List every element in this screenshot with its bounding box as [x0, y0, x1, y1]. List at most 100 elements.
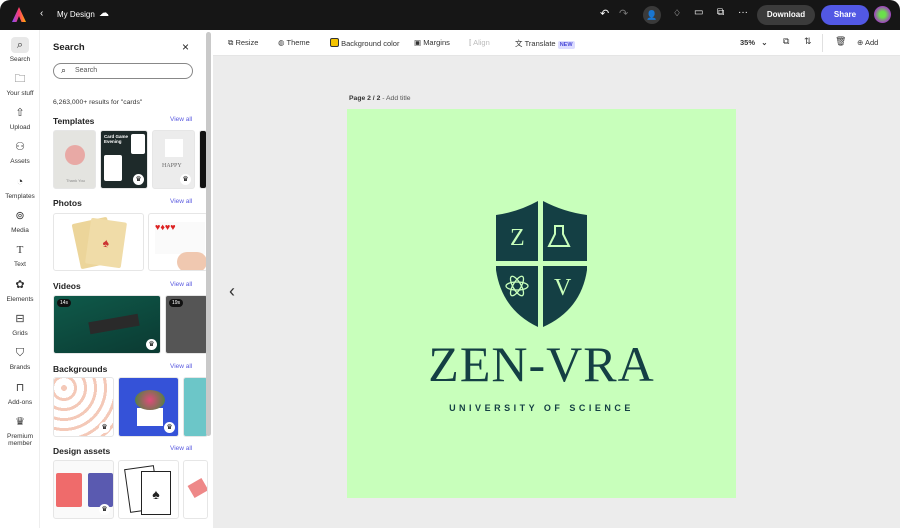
- page-label[interactable]: Page 2 / 2 - Add title: [349, 95, 411, 102]
- rail-label: Templates: [5, 193, 35, 200]
- document-title[interactable]: My Design: [57, 10, 95, 19]
- upload-icon: ⇧: [15, 107, 25, 119]
- align-button[interactable]: ⫿ Align: [469, 38, 490, 48]
- share-comments-icon[interactable]: ⧉: [717, 7, 724, 18]
- view-all-photos[interactable]: View all: [170, 198, 192, 205]
- back-icon[interactable]: ‹: [40, 8, 43, 19]
- logo-letter-v: V: [554, 275, 572, 301]
- background-thumb[interactable]: ♛: [53, 377, 114, 437]
- align-icon: ⫿: [469, 38, 472, 47]
- templates-icon: ◔: [16, 176, 24, 188]
- asset-thumb[interactable]: ♠: [118, 460, 179, 519]
- rail-elements[interactable]: ✿ Elements: [0, 277, 40, 303]
- search-input[interactable]: ⌕ Search: [53, 63, 193, 79]
- grids-icon: ⊟: [15, 313, 25, 325]
- view-all-backgrounds[interactable]: View all: [170, 363, 192, 370]
- add-button[interactable]: ⊕ Add: [857, 38, 878, 47]
- text-icon: T: [16, 244, 24, 256]
- rail-label: Media: [11, 227, 29, 234]
- chevron-down-icon: ⌄: [761, 38, 768, 47]
- translate-button[interactable]: 文 Translate NEW: [515, 38, 575, 49]
- section-photos: Photos: [53, 198, 82, 208]
- lightbulb-icon[interactable]: ♢: [673, 8, 681, 19]
- resize-icon: ⧉: [228, 38, 234, 47]
- folder-icon: 🗀: [14, 73, 26, 85]
- redo-icon[interactable]: ↷: [619, 7, 628, 20]
- tagline: UNIVERSITY OF SCIENCE: [449, 403, 634, 413]
- rail-label: Grids: [12, 330, 28, 337]
- cloud-icon[interactable]: ☁: [99, 8, 109, 19]
- video-thumb[interactable]: 19s: [165, 295, 208, 354]
- elements-icon: ✿: [15, 279, 25, 291]
- view-all-templates[interactable]: View all: [170, 116, 192, 123]
- rail-assets[interactable]: ⚇ Assets: [0, 139, 40, 165]
- panel-scrollbar[interactable]: [206, 32, 211, 436]
- rail-label: Your stuff: [6, 90, 34, 97]
- page-layout-icon[interactable]: ⇅: [804, 36, 812, 47]
- left-rail: ⌕ Search 🗀 Your stuff ⇧ Upload ⚇ Assets ◔ Tem…: [0, 30, 40, 528]
- translate-label: Translate: [524, 39, 556, 48]
- margins-icon: ▣: [414, 38, 422, 47]
- premium-icon: ♛: [133, 174, 144, 185]
- download-button[interactable]: Download: [757, 5, 815, 25]
- background-thumb[interactable]: [183, 377, 208, 437]
- background-color-label: Background color: [341, 39, 400, 48]
- previous-page-icon[interactable]: ‹: [229, 281, 235, 302]
- video-duration: 19s: [169, 299, 184, 307]
- rail-add-ons[interactable]: ⊓ Add-ons: [0, 380, 40, 406]
- template-thumb[interactable]: Card Game Evening ♛: [100, 130, 148, 189]
- rail-upload[interactable]: ⇧ Upload: [0, 105, 40, 131]
- share-button[interactable]: Share: [821, 5, 869, 25]
- background-color-button[interactable]: Background color: [330, 38, 399, 48]
- background-thumb[interactable]: ♛: [118, 377, 179, 437]
- theme-label: Theme: [286, 38, 310, 47]
- adobe-express-logo[interactable]: [12, 7, 26, 22]
- media-icon: ⊚: [15, 210, 25, 222]
- rail-brands[interactable]: ⛉ Brands: [0, 345, 40, 371]
- view-all-design-assets[interactable]: View all: [170, 445, 192, 452]
- margins-label: Margins: [423, 38, 450, 47]
- more-icon[interactable]: ···: [738, 7, 748, 18]
- rail-label: Add-ons: [7, 399, 33, 406]
- premium-icon: ♛: [146, 339, 157, 350]
- template-thumb[interactable]: HAPPY ♛: [152, 130, 195, 189]
- add-ons-icon: ⊓: [15, 382, 25, 394]
- asset-thumb[interactable]: ♛: [53, 460, 114, 519]
- page-number: Page 2 / 2: [349, 95, 381, 102]
- rail-label: Premium member: [6, 433, 33, 447]
- pages-icon[interactable]: ⧉: [783, 36, 789, 47]
- rail-templates[interactable]: ◔ Templates: [0, 174, 40, 200]
- search-icon: ⌕: [61, 65, 67, 75]
- template-text: HAPPY: [162, 163, 182, 169]
- margins-button[interactable]: ▣ Margins: [414, 38, 450, 47]
- assets-icon: ⚇: [15, 141, 25, 153]
- comment-icon[interactable]: ▭: [694, 7, 703, 18]
- rail-search[interactable]: ⌕ Search: [0, 37, 40, 63]
- rail-grids[interactable]: ⊟ Grids: [0, 311, 40, 337]
- toolbar: ⧉ Resize ◍ Theme Background color ▣ Marg…: [213, 30, 900, 56]
- section-templates: Templates: [53, 116, 95, 126]
- new-badge: NEW: [557, 41, 575, 49]
- template-thumb[interactable]: Thank You: [53, 130, 96, 189]
- zoom-select[interactable]: 35% ⌄: [740, 38, 768, 47]
- video-thumb[interactable]: 14s ♛: [53, 295, 161, 354]
- premium-icon: ♛: [164, 422, 175, 433]
- photo-thumb[interactable]: ♠: [53, 213, 144, 271]
- delete-icon[interactable]: 🗑: [835, 36, 846, 47]
- avatar[interactable]: [874, 6, 891, 23]
- design-page[interactable]: Z V ZEN-VRA UNIVERSITY OF SCIENCE: [347, 109, 736, 498]
- close-icon[interactable]: ×: [182, 40, 189, 54]
- undo-icon[interactable]: ↶: [600, 7, 609, 20]
- rail-your-stuff[interactable]: 🗀 Your stuff: [0, 71, 40, 97]
- view-all-videos[interactable]: View all: [170, 281, 192, 288]
- rail-text[interactable]: T Text: [0, 242, 40, 268]
- resize-button[interactable]: ⧉ Resize: [228, 38, 258, 48]
- rail-media[interactable]: ⊚ Media: [0, 208, 40, 234]
- rail-premium[interactable]: ♛ Premium member: [0, 414, 40, 447]
- asset-thumb[interactable]: [183, 460, 208, 519]
- photo-thumb[interactable]: ♥♦♥♥: [148, 213, 208, 271]
- theme-button[interactable]: ◍ Theme: [278, 38, 310, 47]
- add-title[interactable]: - Add title: [382, 95, 410, 102]
- rail-label: Elements: [6, 296, 34, 303]
- invite-icon[interactable]: 👤: [643, 6, 661, 24]
